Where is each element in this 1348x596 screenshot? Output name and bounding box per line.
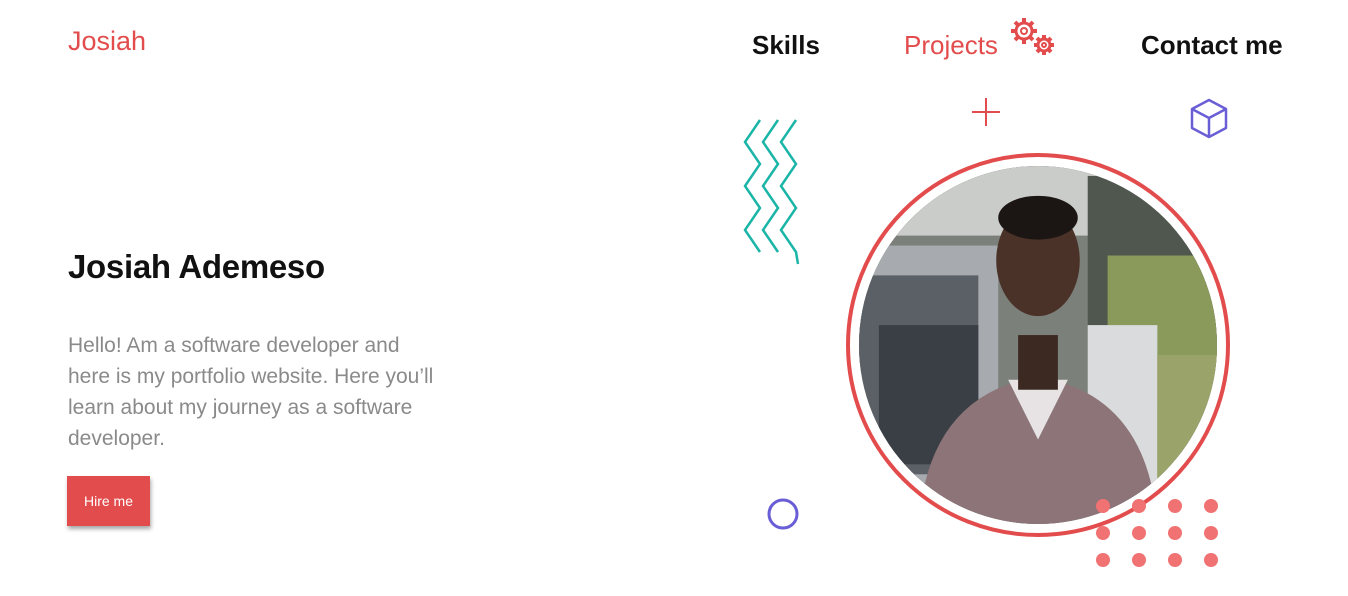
hero-name: Josiah Ademeso (68, 248, 325, 285)
nav-contact[interactable]: Contact me (1141, 30, 1283, 61)
profile-photo-frame (846, 153, 1230, 537)
zigzag-icon (743, 119, 800, 265)
plus-icon (972, 98, 1000, 126)
gears-icon (1011, 18, 1054, 55)
profile-photo (859, 166, 1217, 524)
nav-skills[interactable]: Skills (752, 30, 820, 61)
dot-grid-icon (1096, 499, 1218, 567)
cube-icon (1190, 98, 1228, 139)
hero-intro: Hello! Am a software developer and here … (68, 334, 434, 450)
portfolio-page: Josiah Skills Projects Contact me Josiah… (0, 0, 1348, 596)
logo[interactable]: Josiah (68, 26, 146, 57)
hire-me-button[interactable]: Hire me (67, 476, 150, 526)
circle-icon (767, 498, 799, 530)
nav-projects[interactable]: Projects (904, 30, 998, 61)
